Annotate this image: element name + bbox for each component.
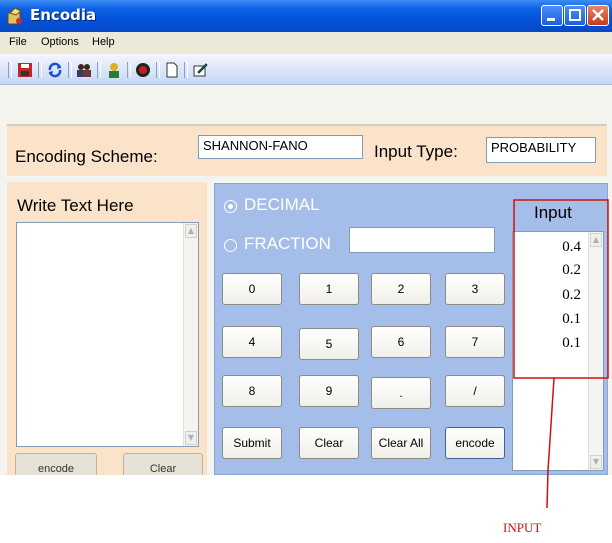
user-icon[interactable] [106, 62, 122, 78]
refresh-icon[interactable] [47, 62, 63, 78]
submit-button[interactable]: Submit [222, 427, 282, 459]
scroll-down-icon[interactable]: ▼ [185, 431, 197, 445]
text-input-area[interactable]: ▲ ▼ [16, 222, 199, 447]
key-3-button[interactable]: 3 [445, 273, 505, 305]
decimal-radio[interactable] [224, 200, 237, 213]
key-7-button[interactable]: 7 [445, 326, 505, 358]
encoding-scheme-field[interactable]: SHANNON-FANO [198, 135, 363, 159]
key-9-button[interactable]: 9 [299, 375, 359, 407]
scroll-down-icon[interactable]: ▼ [590, 455, 602, 469]
minimize-button[interactable] [541, 5, 563, 26]
key-0-button[interactable]: 0 [222, 273, 282, 305]
input-list[interactable]: 0.4 0.2 0.2 0.1 0.1 ▲ ▼ [512, 231, 604, 471]
title-bar[interactable]: Encodia [0, 0, 612, 32]
fraction-input[interactable] [349, 227, 495, 253]
maximize-button[interactable] [564, 5, 586, 26]
key-5-button[interactable]: 5 [299, 328, 359, 360]
encoding-scheme-label: Encoding Scheme: [15, 147, 158, 166]
key-4-button[interactable]: 4 [222, 326, 282, 358]
close-icon [592, 9, 604, 21]
text-encode-button[interactable]: encode [15, 453, 97, 475]
toolbar-separator [97, 62, 101, 78]
toolbar-separator [8, 62, 12, 78]
encode-button[interactable]: encode [445, 427, 505, 459]
text-input-panel: Write Text Here ▲ ▼ [7, 182, 207, 475]
key-2-button[interactable]: 2 [371, 273, 431, 305]
save-icon[interactable] [17, 62, 33, 78]
number-input-panel: DECIMAL FRACTION 0 1 2 3 4 5 6 7 8 9 . /… [214, 183, 608, 475]
write-text-heading: Write Text Here [17, 196, 134, 215]
app-icon [7, 7, 22, 25]
list-item: 0.4 [562, 239, 581, 255]
input-list-heading: Input [534, 203, 572, 222]
key-1-button[interactable]: 1 [299, 273, 359, 305]
text-area-scrollbar[interactable]: ▲ ▼ [183, 223, 198, 446]
annotation-label: INPUT [503, 520, 542, 535]
close-button[interactable] [587, 5, 609, 26]
key-8-button[interactable]: 8 [222, 375, 282, 407]
scroll-up-icon[interactable]: ▲ [185, 224, 197, 238]
clear-button[interactable]: Clear [299, 427, 359, 459]
users-icon[interactable] [76, 62, 92, 78]
key-decimal-point-button[interactable]: . [371, 377, 431, 409]
decimal-radio-label[interactable]: DECIMAL [244, 195, 320, 215]
minimize-icon [547, 18, 555, 21]
list-item: 0.1 [562, 335, 581, 351]
menu-file[interactable]: File [9, 36, 27, 48]
text-clear-button[interactable]: Clear [123, 453, 203, 475]
stop-icon[interactable] [135, 62, 151, 78]
toolbar-separator [38, 62, 42, 78]
window-title: Encodia [30, 6, 97, 24]
menu-bar: File Options Help [0, 32, 612, 54]
app-window: Encodia File Options Help Encoding Schem… [0, 0, 612, 475]
toolbar-separator [156, 62, 160, 78]
new-document-icon[interactable] [164, 62, 180, 78]
encoding-settings-panel: Encoding Scheme: SHANNON-FANO Input Type… [7, 124, 607, 176]
toolbar [0, 54, 612, 85]
fraction-radio[interactable] [224, 239, 237, 252]
list-item: 0.2 [562, 262, 581, 278]
radio-selected-dot [228, 204, 233, 209]
input-type-label: Input Type: [374, 142, 458, 161]
menu-options[interactable]: Options [41, 36, 79, 48]
clear-all-button[interactable]: Clear All [371, 427, 431, 459]
toolbar-separator [68, 62, 72, 78]
input-list-scrollbar[interactable]: ▲ ▼ [588, 232, 603, 470]
key-slash-button[interactable]: / [445, 375, 505, 407]
menu-help[interactable]: Help [92, 36, 115, 48]
key-6-button[interactable]: 6 [371, 326, 431, 358]
list-item: 0.1 [562, 311, 581, 327]
maximize-icon [569, 9, 581, 21]
list-item: 0.2 [562, 287, 581, 303]
input-type-field[interactable]: PROBABILITY [486, 137, 596, 163]
edit-icon[interactable] [192, 62, 208, 78]
toolbar-separator [127, 62, 131, 78]
toolbar-separator [184, 62, 188, 78]
fraction-radio-label[interactable]: FRACTION [244, 234, 331, 254]
scroll-up-icon[interactable]: ▲ [590, 233, 602, 247]
